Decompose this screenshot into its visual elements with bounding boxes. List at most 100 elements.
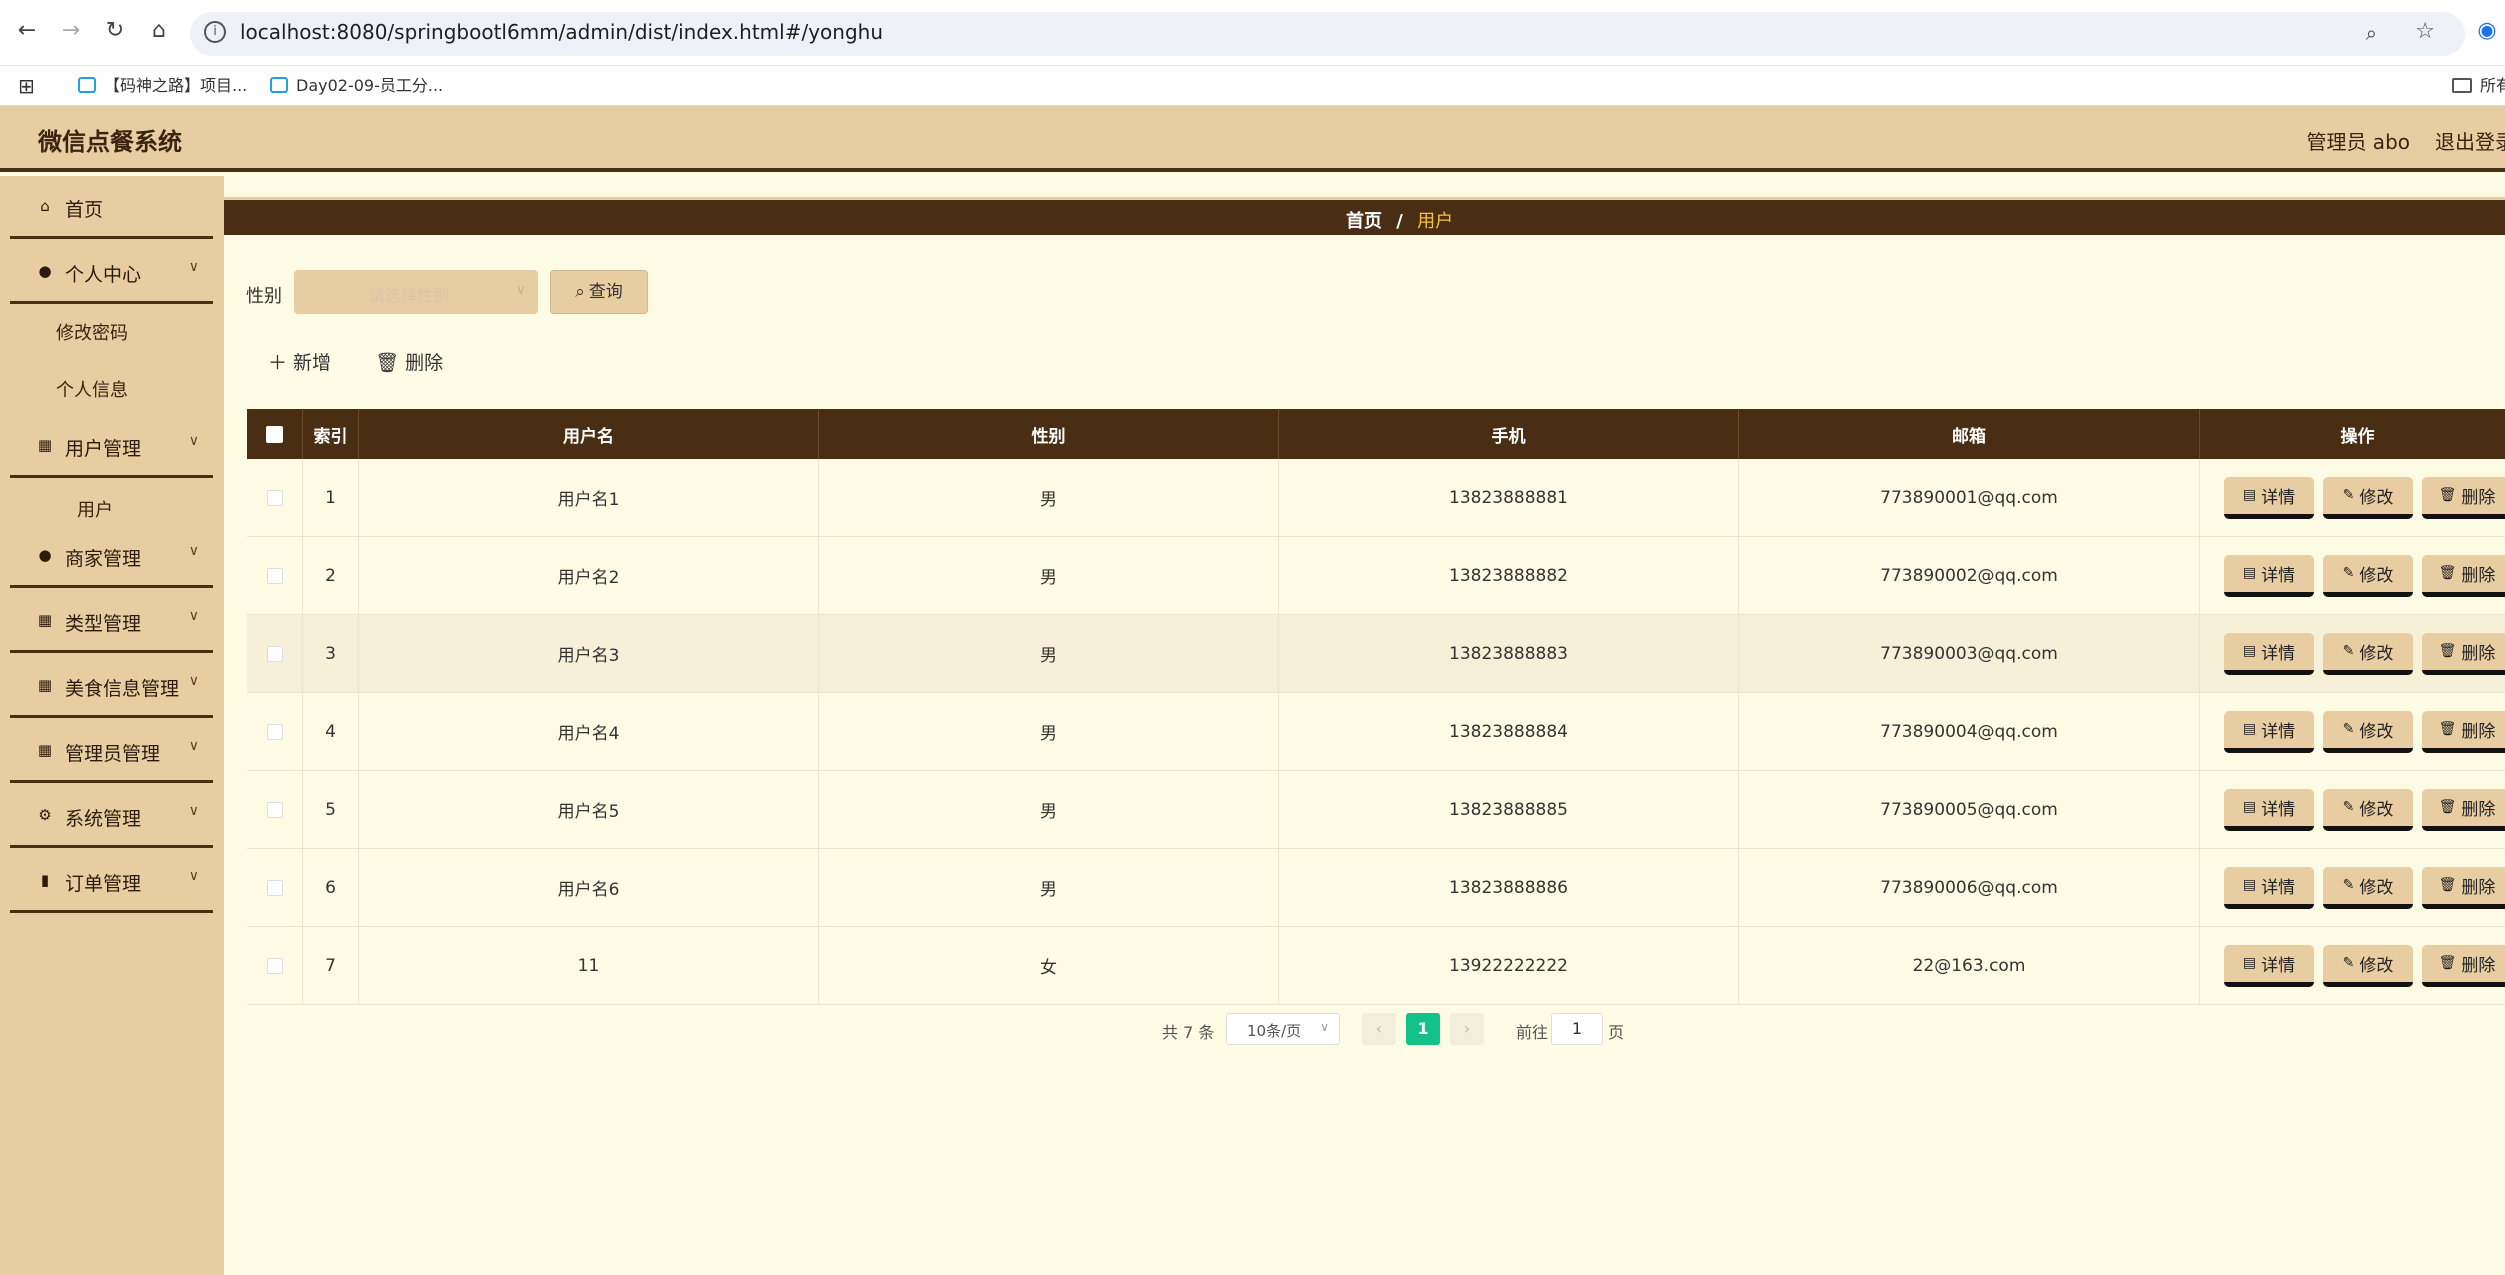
sidebar-item-merchant-mgmt[interactable]: ● 商家管理 ∨ <box>10 525 213 588</box>
trash-icon: 🗑 <box>2438 955 2457 971</box>
goto-page-input[interactable]: 1 <box>1551 1013 1603 1045</box>
all-bookmarks[interactable]: 所有 <box>2452 66 2505 106</box>
detail-button[interactable]: ▤ 详情 <box>2224 554 2314 597</box>
sidebar-label: 订单管理 <box>65 873 142 895</box>
detail-button[interactable]: ▤ 详情 <box>2224 632 2314 675</box>
edit-button[interactable]: ✎ 修改 <box>2323 554 2413 597</box>
row-delete-button[interactable]: 🗑 删除 <box>2422 866 2505 909</box>
sidebar-item-admin-mgmt[interactable]: ▦ 管理员管理 ∨ <box>10 720 213 783</box>
detail-button[interactable]: ▤ 详情 <box>2224 710 2314 753</box>
star-icon[interactable]: ☆ <box>2415 19 2435 44</box>
next-page-button[interactable]: › <box>1450 1013 1484 1045</box>
sidebar-item-type-mgmt[interactable]: ▦ 类型管理 ∨ <box>10 590 213 653</box>
row-delete-button[interactable]: 🗑 删除 <box>2422 944 2505 987</box>
header-index: 索引 <box>303 409 359 459</box>
row-delete-button[interactable]: 🗑 删除 <box>2422 788 2505 831</box>
address-bar[interactable]: i localhost:8080/springbootl6mm/admin/di… <box>190 12 2465 56</box>
row-delete-button[interactable]: 🗑 删除 <box>2422 476 2505 519</box>
row-checkbox[interactable] <box>266 957 283 974</box>
bookmarks-bar: ⊞ 【码神之路】项目... Day02-09-员工分... 所有 <box>0 66 2505 106</box>
sidebar-label: 商家管理 <box>65 548 142 570</box>
edit-button[interactable]: ✎ 修改 <box>2323 632 2413 675</box>
cell-index: 3 <box>303 615 359 692</box>
forward-icon[interactable]: → <box>56 18 86 43</box>
sidebar-item-food-mgmt[interactable]: ▦ 美食信息管理 ∨ <box>10 655 213 718</box>
edit-button[interactable]: ✎ 修改 <box>2323 476 2413 519</box>
detail-button[interactable]: ▤ 详情 <box>2224 944 2314 987</box>
cell-username: 用户名6 <box>359 849 819 926</box>
sidebar-label: 管理员管理 <box>65 743 161 765</box>
trash-icon: 🗑 <box>2438 877 2457 893</box>
sidebar-sub-profile[interactable]: 个人信息 <box>0 359 224 415</box>
prev-page-button[interactable]: ‹ <box>1362 1013 1396 1045</box>
sidebar-item-order-mgmt[interactable]: ▮ 订单管理 ∨ <box>10 850 213 913</box>
sidebar-item-system-mgmt[interactable]: ⚙ 系统管理 ∨ <box>10 785 213 848</box>
edit-icon: ✎ <box>2342 643 2355 659</box>
document-icon: ▤ <box>2242 487 2257 503</box>
detail-button[interactable]: ▤ 详情 <box>2224 788 2314 831</box>
cell-sex: 男 <box>819 615 1279 692</box>
row-checkbox[interactable] <box>266 567 283 584</box>
delete-button[interactable]: 🗑 删除 <box>375 348 443 375</box>
detail-button[interactable]: ▤ 详情 <box>2224 866 2314 909</box>
sidebar-sub-change-password[interactable]: 修改密码 <box>0 302 224 358</box>
edit-button[interactable]: ✎ 修改 <box>2323 944 2413 987</box>
edit-button[interactable]: ✎ 修改 <box>2323 866 2413 909</box>
trash-icon: 🗑 <box>2438 565 2457 581</box>
sidebar-label: 首页 <box>65 199 104 221</box>
select-all-checkbox[interactable] <box>266 425 283 443</box>
cell-index: 2 <box>303 537 359 614</box>
bookmark-1-label: 【码神之路】项目... <box>104 76 248 95</box>
chevron-down-icon: ∨ <box>515 282 526 298</box>
row-checkbox[interactable] <box>266 489 283 506</box>
profile-icon[interactable]: ◉ <box>2472 18 2502 43</box>
page-1-button[interactable]: 1 <box>1406 1013 1440 1045</box>
reload-icon[interactable]: ↻ <box>100 18 130 43</box>
row-delete-button[interactable]: 🗑 删除 <box>2422 554 2505 597</box>
row-delete-button-label: 删除 <box>2461 487 2496 508</box>
sex-select[interactable]: 请选择性别 ∨ <box>294 270 538 314</box>
row-checkbox[interactable] <box>266 801 283 818</box>
sidebar-item-personal[interactable]: ● 个人中心 ∨ <box>10 241 213 304</box>
cell-sex: 男 <box>819 771 1279 848</box>
site-info-icon[interactable]: i <box>204 21 226 43</box>
apps-icon[interactable]: ⊞ <box>18 66 35 106</box>
trash-icon: 🗑 <box>2438 643 2457 659</box>
add-button[interactable]: ＋新增 <box>268 348 331 375</box>
row-delete-button-label: 删除 <box>2461 643 2496 664</box>
chevron-down-icon: ∨ <box>188 803 199 819</box>
query-button[interactable]: ⌕ 查询 <box>550 270 648 314</box>
cell-index: 4 <box>303 693 359 770</box>
cell-sex: 男 <box>819 693 1279 770</box>
detail-button[interactable]: ▤ 详情 <box>2224 476 2314 519</box>
back-icon[interactable]: ← <box>12 18 42 43</box>
sidebar-item-home[interactable]: ⌂ 首页 <box>10 176 213 239</box>
chevron-down-icon: ∨ <box>188 738 199 754</box>
logout-link[interactable]: 退出登录 <box>2435 126 2505 155</box>
cell-sex: 男 <box>819 849 1279 926</box>
cell-phone: 13823888884 <box>1279 693 1739 770</box>
url-text: localhost:8080/springbootl6mm/admin/dist… <box>240 20 883 44</box>
document-icon: ▤ <box>2242 643 2257 659</box>
page-size-select[interactable]: 10条/页 ∨ <box>1226 1013 1340 1045</box>
row-checkbox[interactable] <box>266 879 283 896</box>
row-delete-button[interactable]: 🗑 删除 <box>2422 632 2505 675</box>
sex-select-placeholder: 请选择性别 <box>369 286 450 305</box>
row-checkbox[interactable] <box>266 723 283 740</box>
row-delete-button-label: 删除 <box>2461 799 2496 820</box>
sex-label: 性别 <box>246 286 282 307</box>
cell-actions: ▤ 详情 ✎ 修改 🗑 删除 <box>2200 771 2505 848</box>
goto-prefix: 前往 <box>1516 1023 1549 1042</box>
bookmark-2[interactable]: Day02-09-员工分... <box>270 66 443 106</box>
breadcrumb-home[interactable]: 首页 <box>1346 211 1382 232</box>
zoom-icon[interactable]: ⌕ <box>2366 21 2377 45</box>
bookmark-1[interactable]: 【码神之路】项目... <box>78 66 247 106</box>
home-icon[interactable]: ⌂ <box>144 18 174 43</box>
sidebar-item-user-mgmt[interactable]: ▦ 用户管理 ∨ <box>10 415 213 478</box>
row-select-cell <box>247 771 303 848</box>
row-delete-button[interactable]: 🗑 删除 <box>2422 710 2505 753</box>
edit-button[interactable]: ✎ 修改 <box>2323 710 2413 753</box>
row-checkbox[interactable] <box>266 645 283 662</box>
browser-toolbar: ← → ↻ ⌂ i localhost:8080/springbootl6mm/… <box>0 0 2505 66</box>
edit-button[interactable]: ✎ 修改 <box>2323 788 2413 831</box>
